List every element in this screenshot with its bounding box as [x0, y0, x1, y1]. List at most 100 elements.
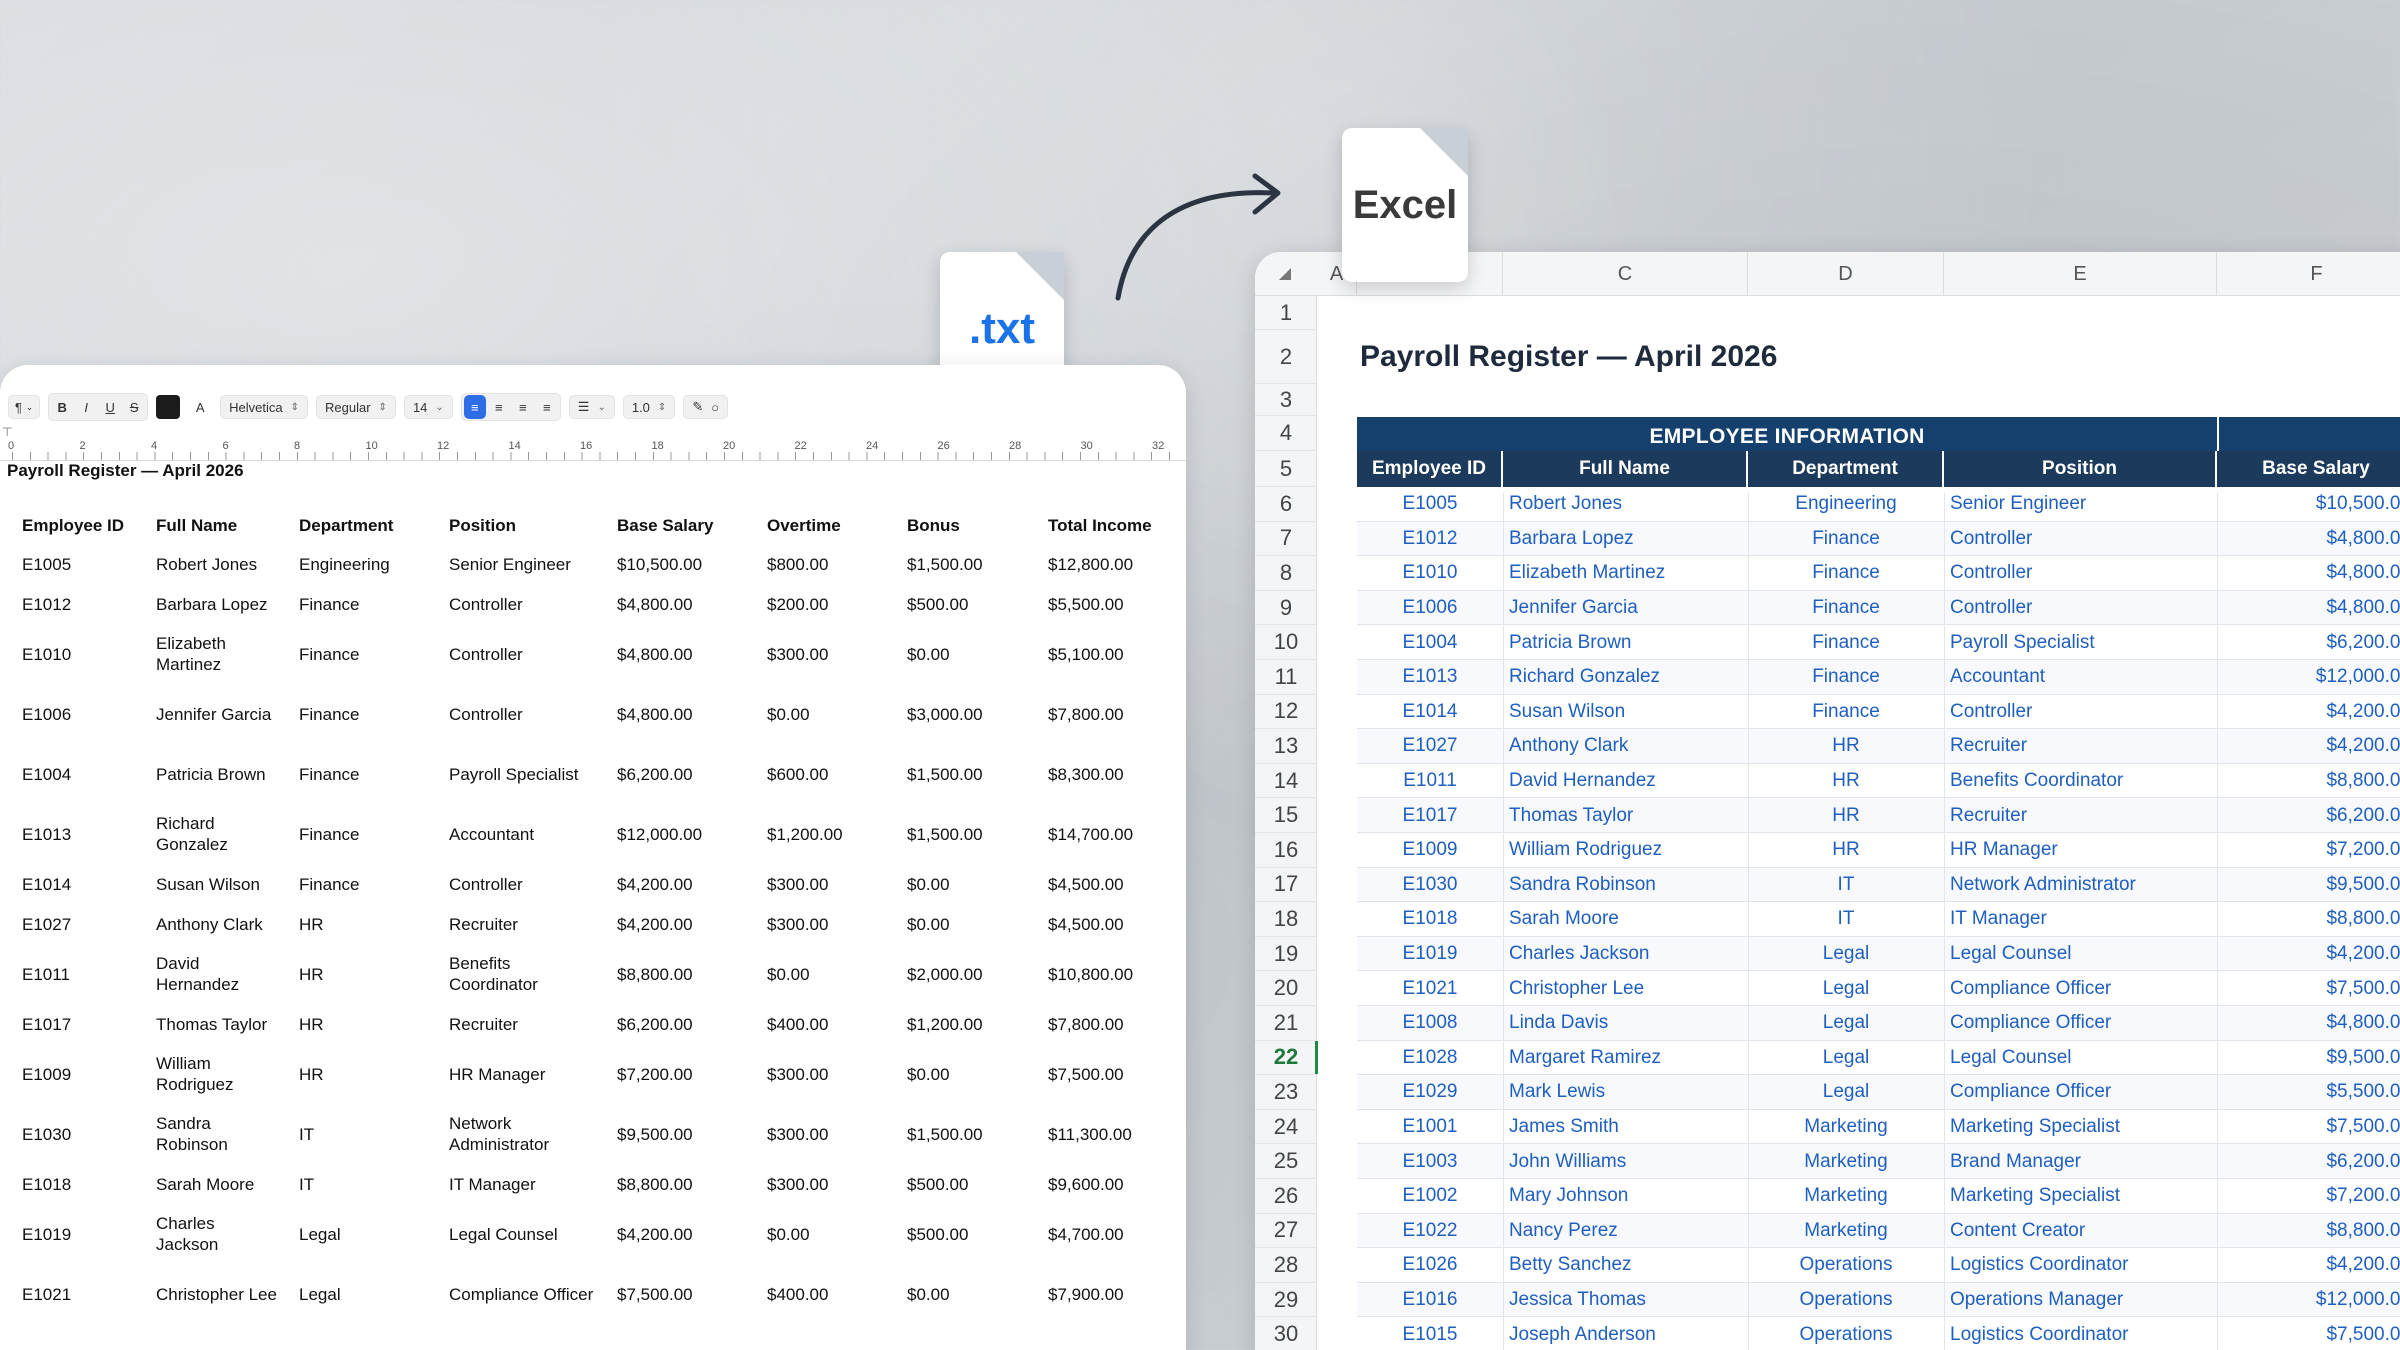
- sheet-cell[interactable]: $7,500.00: [2217, 971, 2400, 1006]
- txt-cell[interactable]: $1,500.00: [897, 804, 1038, 864]
- column-letter[interactable]: C: [1503, 252, 1748, 296]
- sheet-cell[interactable]: E1008: [1357, 1006, 1503, 1041]
- txt-cell[interactable]: IT: [289, 1104, 439, 1164]
- txt-cell[interactable]: $4,800.00: [607, 684, 757, 744]
- txt-cell[interactable]: HR: [289, 1004, 439, 1044]
- txt-cell[interactable]: Benefits Coordinator: [439, 944, 607, 1004]
- txt-cell[interactable]: $4,700.00: [1038, 1204, 1168, 1264]
- txt-cell[interactable]: Anthony Clark: [146, 904, 289, 944]
- txt-cell[interactable]: $3,000.00: [897, 684, 1038, 744]
- txt-cell[interactable]: Controller: [439, 624, 607, 684]
- sheet-column-header[interactable]: Full Name: [1503, 451, 1748, 487]
- align-center-icon[interactable]: ≡: [488, 395, 510, 419]
- txt-cell[interactable]: $1,500.00: [897, 544, 1038, 584]
- txt-cell[interactable]: $600.00: [757, 744, 897, 804]
- txt-cell[interactable]: Finance: [289, 864, 439, 904]
- sheet-cell[interactable]: Mary Johnson: [1503, 1179, 1748, 1214]
- sheet-cell[interactable]: HR: [1748, 764, 1944, 799]
- column-letter[interactable]: E: [1944, 252, 2217, 296]
- indent-marker-icon[interactable]: ⊤: [2, 425, 12, 439]
- sheet-cell[interactable]: Legal: [1748, 1006, 1944, 1041]
- sheet-cell[interactable]: Nancy Perez: [1503, 1214, 1748, 1249]
- sheet-cell[interactable]: Benefits Coordinator: [1944, 764, 2217, 799]
- txt-cell[interactable]: Finance: [289, 804, 439, 864]
- underline-button[interactable]: U: [99, 395, 121, 419]
- row-number[interactable]: 11: [1255, 660, 1317, 695]
- sheet-cell[interactable]: Legal: [1748, 1075, 1944, 1110]
- row-number[interactable]: 14: [1255, 764, 1317, 799]
- paragraph-style-button[interactable]: ¶ ⌄: [8, 395, 41, 419]
- txt-cell[interactable]: $300.00: [757, 624, 897, 684]
- sheet-cell[interactable]: Content Creator: [1944, 1214, 2217, 1249]
- txt-cell[interactable]: $2,000.00: [897, 944, 1038, 1004]
- txt-cell[interactable]: E1019: [12, 1204, 146, 1264]
- sheet-cell[interactable]: Patricia Brown: [1503, 625, 1748, 660]
- txt-cell[interactable]: $500.00: [897, 584, 1038, 624]
- txt-cell[interactable]: E1005: [12, 544, 146, 584]
- row-number[interactable]: 16: [1255, 833, 1317, 868]
- sheet-cell[interactable]: IT: [1748, 868, 1944, 903]
- text-color-swatch[interactable]: [156, 395, 181, 419]
- sheet-column-header[interactable]: Base Salary: [2217, 451, 2400, 487]
- txt-cell[interactable]: $300.00: [757, 904, 897, 944]
- txt-cell[interactable]: Robert Jones: [146, 544, 289, 584]
- txt-cell[interactable]: Accountant: [439, 804, 607, 864]
- txt-cell[interactable]: Legal: [289, 1264, 439, 1324]
- sheet-cell[interactable]: Barbara Lopez: [1503, 522, 1748, 557]
- txt-cell[interactable]: $10,500.00: [607, 544, 757, 584]
- font-color-button[interactable]: A: [188, 395, 212, 419]
- txt-cell[interactable]: $1,500.00: [897, 744, 1038, 804]
- sheet-cell[interactable]: E1028: [1357, 1041, 1503, 1076]
- txt-cell[interactable]: $5,500.00: [1038, 584, 1168, 624]
- sheet-cell[interactable]: $9,500.00: [2217, 868, 2400, 903]
- sheet-cell[interactable]: E1026: [1357, 1248, 1503, 1283]
- sheet-cell[interactable]: Legal: [1748, 937, 1944, 972]
- sheet-cell[interactable]: $12,000.00: [2217, 660, 2400, 695]
- sheet-cell[interactable]: E1003: [1357, 1144, 1503, 1179]
- sheet-cell[interactable]: $6,200.00: [2217, 625, 2400, 660]
- sheet-cell[interactable]: Controller: [1944, 591, 2217, 626]
- row-number[interactable]: 8: [1255, 556, 1317, 591]
- txt-cell[interactable]: Finance: [289, 624, 439, 684]
- sheet-cell[interactable]: Brand Manager: [1944, 1144, 2217, 1179]
- sheet-cell[interactable]: Operations Manager: [1944, 1283, 2217, 1318]
- txt-cell[interactable]: $6,200.00: [607, 1004, 757, 1044]
- txt-cell[interactable]: Recruiter: [439, 904, 607, 944]
- txt-cell[interactable]: Charles Jackson: [146, 1204, 289, 1264]
- sheet-cell[interactable]: Jennifer Garcia: [1503, 591, 1748, 626]
- txt-cell[interactable]: Controller: [439, 584, 607, 624]
- sheet-cell[interactable]: Finance: [1748, 660, 1944, 695]
- sheet-column-header[interactable]: Department: [1748, 451, 1944, 487]
- txt-cell[interactable]: $11,300.00: [1038, 1104, 1168, 1164]
- sheet-cell[interactable]: Thomas Taylor: [1503, 798, 1748, 833]
- align-left-icon[interactable]: ≡: [463, 395, 486, 419]
- row-number[interactable]: 20: [1255, 971, 1317, 1006]
- sheet-cell[interactable]: $7,500.00: [2217, 1317, 2400, 1350]
- sheet-cell[interactable]: Christopher Lee: [1503, 971, 1748, 1006]
- txt-cell[interactable]: $8,800.00: [607, 944, 757, 1004]
- txt-cell[interactable]: $1,500.00: [897, 1104, 1038, 1164]
- sheet-cell[interactable]: HR: [1748, 833, 1944, 868]
- txt-cell[interactable]: $7,800.00: [1038, 1004, 1168, 1044]
- sheet-cell[interactable]: HR: [1748, 798, 1944, 833]
- sheet-cell[interactable]: Recruiter: [1944, 798, 2217, 833]
- txt-cell[interactable]: $0.00: [757, 1204, 897, 1264]
- row-number[interactable]: 1: [1255, 296, 1317, 330]
- row-number[interactable]: 28: [1255, 1248, 1317, 1283]
- strikethrough-button[interactable]: S: [123, 395, 145, 419]
- select-all-corner-icon[interactable]: [1279, 268, 1291, 280]
- txt-cell[interactable]: IT: [289, 1164, 439, 1204]
- txt-cell[interactable]: Controller: [439, 864, 607, 904]
- txt-cell[interactable]: $9,600.00: [1038, 1164, 1168, 1204]
- sheet-cell[interactable]: $7,200.00: [2217, 833, 2400, 868]
- column-letter[interactable]: F: [2217, 252, 2400, 296]
- txt-cell[interactable]: $12,800.00: [1038, 544, 1168, 584]
- sheet-cell[interactable]: $12,000.00: [2217, 1283, 2400, 1318]
- sheet-cell[interactable]: Linda Davis: [1503, 1006, 1748, 1041]
- sheet-cell[interactable]: Jessica Thomas: [1503, 1283, 1748, 1318]
- txt-cell[interactable]: $7,200.00: [607, 1044, 757, 1104]
- sheet-cell[interactable]: Sandra Robinson: [1503, 868, 1748, 903]
- row-number[interactable]: 17: [1255, 868, 1317, 903]
- row-number[interactable]: 19: [1255, 937, 1317, 972]
- txt-cell[interactable]: Elizabeth Martinez: [146, 624, 289, 684]
